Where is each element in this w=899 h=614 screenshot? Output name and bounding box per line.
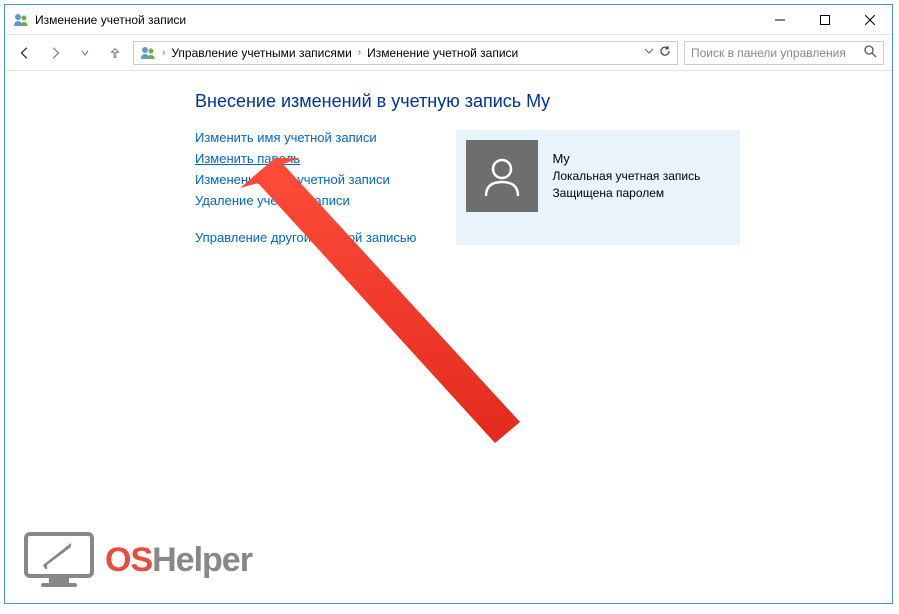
user-accounts-icon bbox=[140, 45, 156, 61]
window-title: Изменение учетной записи bbox=[35, 13, 757, 27]
manage-other-account-link[interactable]: Управление другой учетной записью bbox=[195, 230, 416, 245]
forward-button[interactable] bbox=[43, 41, 67, 65]
maximize-button[interactable] bbox=[802, 5, 847, 34]
watermark-os: OS bbox=[105, 541, 152, 579]
watermark-text: OSHelper bbox=[105, 541, 252, 580]
page-title: Внесение изменений в учетную запись My bbox=[195, 91, 852, 112]
refresh-icon[interactable] bbox=[659, 45, 671, 60]
user-accounts-icon bbox=[13, 12, 29, 28]
avatar bbox=[466, 140, 538, 212]
minimize-button[interactable] bbox=[757, 5, 802, 34]
titlebar: Изменение учетной записи bbox=[5, 5, 892, 35]
monitor-icon bbox=[23, 531, 95, 589]
breadcrumb-manage-accounts[interactable]: Управление учетными записями bbox=[167, 46, 355, 60]
rename-account-link[interactable]: Изменить имя учетной записи bbox=[195, 130, 416, 145]
navbar: › Управление учетными записями › Изменен… bbox=[5, 35, 892, 71]
chevron-right-icon[interactable]: › bbox=[160, 47, 167, 58]
back-button[interactable] bbox=[13, 41, 37, 65]
action-links: Изменить имя учетной записи Изменить пар… bbox=[195, 130, 416, 245]
breadcrumb-change-account[interactable]: Изменение учетной записи bbox=[363, 46, 522, 60]
window-controls bbox=[757, 5, 892, 34]
up-button[interactable] bbox=[103, 41, 127, 65]
search-icon[interactable] bbox=[863, 44, 877, 61]
content-area: Внесение изменений в учетную запись My И… bbox=[5, 71, 892, 265]
account-type: Локальная учетная запись bbox=[552, 168, 700, 185]
change-password-link[interactable]: Изменить пароль bbox=[195, 151, 416, 166]
account-info: My Локальная учетная запись Защищена пар… bbox=[552, 140, 700, 202]
account-protection: Защищена паролем bbox=[552, 185, 700, 202]
window: Изменение учетной записи bbox=[4, 4, 893, 604]
change-account-type-link[interactable]: Изменение типа учетной записи bbox=[195, 172, 416, 187]
history-dropdown[interactable] bbox=[73, 41, 97, 65]
search-box[interactable] bbox=[684, 41, 884, 65]
watermark: OSHelper bbox=[23, 531, 252, 589]
delete-account-link[interactable]: Удаление учетной записи bbox=[195, 193, 416, 208]
watermark-helper: Helper bbox=[152, 541, 252, 579]
close-button[interactable] bbox=[847, 5, 892, 34]
chevron-right-icon[interactable]: › bbox=[356, 47, 363, 58]
breadcrumb[interactable]: › Управление учетными записями › Изменен… bbox=[133, 41, 678, 65]
dropdown-icon[interactable] bbox=[643, 45, 655, 60]
search-input[interactable] bbox=[691, 46, 863, 60]
account-card[interactable]: My Локальная учетная запись Защищена пар… bbox=[456, 130, 740, 245]
account-name: My bbox=[552, 150, 700, 168]
